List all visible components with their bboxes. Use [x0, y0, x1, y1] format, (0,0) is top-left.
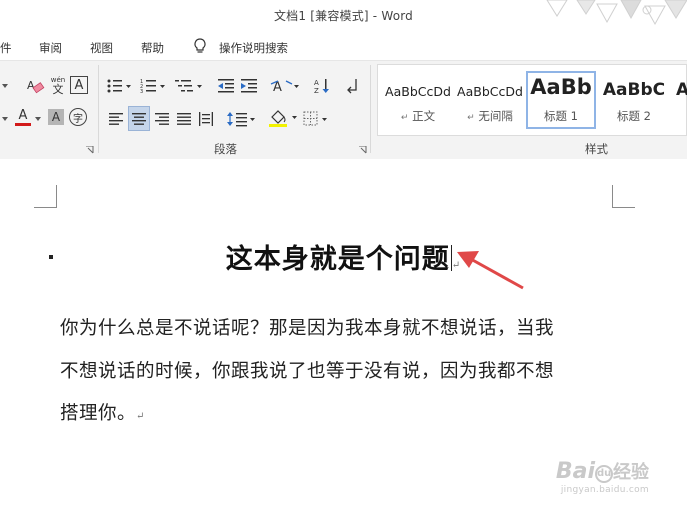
style-title[interactable]: A: [672, 70, 687, 130]
style-sample: AaBb: [530, 75, 592, 99]
svg-text:Z: Z: [314, 87, 319, 95]
chinese-layout-icon[interactable]: A: [270, 75, 300, 97]
style-normal[interactable]: AaBbCcDd ↵ 正文: [383, 70, 453, 130]
distributed-align-icon[interactable]: [196, 108, 216, 130]
sort-icon[interactable]: AZ: [312, 75, 332, 97]
dialog-launcher-icon[interactable]: [359, 146, 367, 154]
crop-mark-top-right: [612, 185, 635, 208]
character-shading-icon[interactable]: A: [48, 109, 64, 125]
crop-mark-top-left: [34, 185, 57, 208]
style-sample: AaBbC: [602, 80, 666, 100]
dropdown-arrow-icon[interactable]: [0, 75, 10, 97]
document-page[interactable]: 这本身就是个问题 ↵ 你为什么总是不说话呢？那是因为我本身就不想说话，当我 不想说…: [0, 159, 687, 507]
group-separator: [370, 65, 371, 153]
body-line-1[interactable]: 你为什么总是不说话呢？那是因为我本身就不想说话，当我: [60, 314, 620, 340]
style-heading-1[interactable]: AaBb 标题 1: [526, 71, 596, 129]
style-name-heading-1: 标题 1: [544, 109, 578, 123]
align-right-icon[interactable]: [152, 108, 172, 130]
shading-icon[interactable]: [268, 107, 300, 129]
body-line-3[interactable]: 搭理你。↵: [60, 399, 620, 425]
dialog-launcher-icon[interactable]: [86, 146, 94, 154]
styles-group-label: 样式: [585, 142, 608, 156]
ribbon: A wén 文 A A A 字 123 A AZ 段落 AaBbCcDd ↵ 正…: [0, 60, 687, 160]
menu-review[interactable]: 审阅: [39, 40, 62, 56]
borders-icon[interactable]: [303, 108, 329, 130]
increase-indent-icon[interactable]: [239, 75, 259, 97]
style-sample: A: [676, 80, 687, 100]
style-no-spacing[interactable]: AaBbCcDd ↵ 无间隔: [455, 70, 525, 130]
style-heading-2[interactable]: AaBbC 标题 2: [601, 70, 667, 130]
font-color-bar: [15, 122, 31, 126]
body-line-2[interactable]: 不想说话的时候，你跟我说了也等于没有说，因为我都不想: [60, 357, 620, 383]
character-border-icon[interactable]: A: [70, 76, 88, 94]
paragraph-group-label: 段落: [214, 142, 237, 156]
enclose-characters-icon[interactable]: 字: [69, 108, 87, 126]
decorative-pattern: [546, 0, 687, 26]
menu-help[interactable]: 帮助: [141, 40, 164, 56]
line-spacing-icon[interactable]: [226, 108, 256, 130]
phonetic-guide-bottom-label: 文: [52, 83, 64, 96]
svg-text:A: A: [314, 79, 319, 87]
style-name-no-spacing: ↵ 无间隔: [467, 109, 513, 123]
baidu-watermark: Bai du经验 jingyan.baidu.com: [555, 459, 649, 496]
dropdown-arrow-icon[interactable]: [0, 108, 10, 130]
paragraph-mark-icon: ↵: [467, 113, 475, 123]
title-bar: 文档1 [兼容模式] - Word: [0, 0, 687, 32]
paragraph-mark-icon: ↵: [136, 411, 145, 422]
paw-icon: du: [595, 465, 613, 483]
menu-file[interactable]: 件: [0, 40, 12, 56]
lightbulb-icon[interactable]: [193, 38, 207, 57]
align-left-icon[interactable]: [106, 108, 126, 130]
align-center-icon[interactable]: [128, 106, 150, 131]
menu-bar: 件 审阅 视图 帮助 操作说明搜索: [0, 32, 687, 60]
style-sample: AaBbCcDd: [385, 84, 451, 99]
watermark-suffix: 经验: [613, 462, 649, 483]
bullets-icon[interactable]: [106, 75, 132, 97]
phonetic-guide-icon[interactable]: wén 文: [48, 74, 68, 96]
show-paragraph-marks-icon[interactable]: [344, 75, 360, 97]
font-color-glyph: A: [18, 107, 28, 123]
style-sample: AaBbCcDd: [457, 84, 523, 99]
justify-icon[interactable]: [174, 108, 194, 130]
watermark-brand: Bai: [555, 459, 595, 484]
svg-text:3: 3: [140, 89, 143, 94]
font-color-icon[interactable]: A: [12, 106, 34, 128]
paragraph-mark-icon: ↵: [400, 113, 409, 123]
multilevel-list-icon[interactable]: [174, 75, 204, 97]
style-name-normal: ↵ 正文: [400, 109, 436, 123]
decrease-indent-icon[interactable]: [216, 75, 236, 97]
style-name-heading-2: 标题 2: [617, 109, 651, 123]
watermark-url: jingyan.baidu.com: [560, 485, 649, 495]
svg-text:A: A: [27, 79, 35, 92]
chevron-down-icon[interactable]: [34, 108, 42, 130]
menu-view[interactable]: 视图: [90, 40, 113, 56]
group-separator: [98, 65, 99, 153]
red-arrow-annotation: [457, 251, 524, 290]
tell-me-search[interactable]: 操作说明搜索: [219, 40, 288, 56]
clear-formatting-icon[interactable]: A: [24, 75, 46, 97]
document-heading[interactable]: 这本身就是个问题 ↵: [0, 237, 687, 276]
numbering-icon[interactable]: 123: [140, 75, 166, 97]
